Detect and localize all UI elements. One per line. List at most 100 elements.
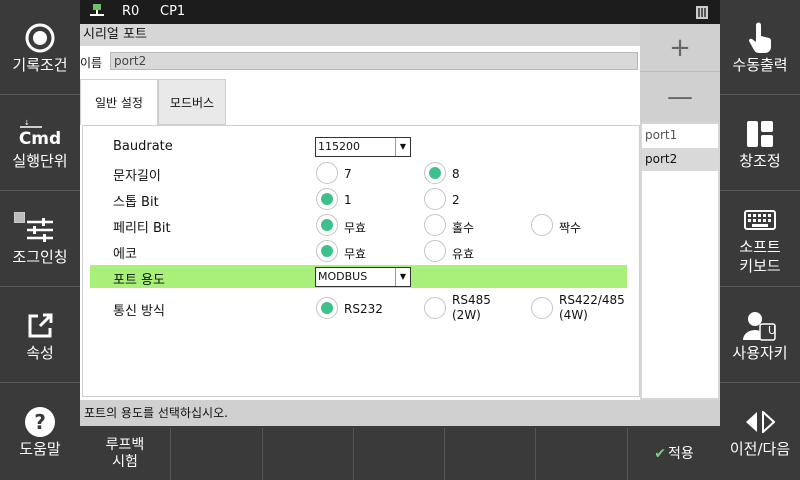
top-status-bar: R0 CP1 bbox=[80, 0, 720, 24]
echo-on-label: 유효 bbox=[452, 247, 475, 261]
soft-keyboard-button[interactable]: 소프트 키보드 bbox=[720, 192, 800, 287]
cp-indicator: CP1 bbox=[160, 4, 186, 19]
function-key-2[interactable] bbox=[171, 428, 263, 480]
baudrate-select[interactable]: 115200 ▼ bbox=[315, 137, 411, 157]
function-key-5[interactable] bbox=[445, 428, 536, 480]
char-length-label: 문자길이 bbox=[113, 169, 161, 184]
port-list: port1 port2 bbox=[642, 124, 718, 398]
name-label: 이름 bbox=[80, 56, 103, 70]
echo-off-label: 무효 bbox=[344, 247, 367, 261]
right-sidebar: 수동출력 창조정 소프트 키보드 U 사용자키 이전/다음 bbox=[720, 0, 800, 480]
comm-rs485-label: RS485 (2W) bbox=[452, 293, 491, 322]
function-key-4[interactable] bbox=[354, 428, 445, 480]
jog-inching-label: 조그인칭 bbox=[12, 247, 68, 266]
record-circle-icon bbox=[25, 20, 55, 56]
svg-text:↓: ↓ bbox=[24, 119, 30, 127]
stop-bit-label: 스톱 Bit bbox=[113, 195, 159, 210]
baudrate-value: 115200 bbox=[318, 140, 360, 153]
execution-unit-label: 실행단위 bbox=[12, 151, 68, 170]
name-field[interactable]: port2 bbox=[110, 52, 638, 70]
robot-indicator: R0 bbox=[122, 4, 140, 19]
parity-even-label: 짝수 bbox=[559, 221, 582, 235]
comm-method-label: 통신 방식 bbox=[113, 304, 165, 319]
parity-bit-label: 페리티 Bit bbox=[113, 221, 171, 236]
help-icon: ? bbox=[24, 404, 56, 440]
remove-port-button[interactable]: — bbox=[640, 72, 720, 122]
manual-output-label: 수동출력 bbox=[732, 55, 788, 74]
record-condition-label: 기록조건 bbox=[12, 55, 68, 74]
parity-even-radio[interactable] bbox=[531, 214, 553, 236]
help-button[interactable]: ? 도움말 bbox=[0, 384, 80, 479]
stop-bit-2-radio[interactable] bbox=[424, 188, 446, 210]
echo-off-radio[interactable] bbox=[316, 240, 338, 262]
comm-rs232-radio[interactable] bbox=[316, 297, 338, 319]
check-icon: ✔ bbox=[654, 445, 666, 462]
tab-general-settings-label: 일반 설정 bbox=[95, 96, 143, 110]
cmd-icon: ↓ Cmd bbox=[19, 116, 61, 152]
chevron-down-icon: ▼ bbox=[395, 268, 410, 286]
left-sidebar: 기록조건 ↓ Cmd 실행단위 조그인칭 속성 ? 도움말 bbox=[0, 0, 80, 480]
tab-modbus[interactable]: 모드버스 bbox=[158, 79, 226, 125]
char-length-7-label: 7 bbox=[344, 167, 352, 181]
echo-on-radio[interactable] bbox=[424, 240, 446, 262]
window-adjust-label: 창조정 bbox=[739, 151, 781, 170]
echo-label: 에코 bbox=[113, 247, 137, 262]
parity-none-label: 무효 bbox=[344, 221, 367, 235]
baudrate-label: Baudrate bbox=[113, 139, 173, 154]
tab-modbus-label: 모드버스 bbox=[169, 95, 215, 110]
cmd-icon-text: Cmd bbox=[18, 128, 62, 149]
port-usage-value: MODBUS bbox=[318, 270, 368, 283]
chevron-down-icon: ▼ bbox=[395, 138, 410, 156]
jog-inching-button[interactable]: 조그인칭 bbox=[0, 192, 80, 287]
user-key-icon-text: U bbox=[768, 323, 777, 337]
status-bar-right bbox=[640, 400, 720, 426]
window-adjust-button[interactable]: 창조정 bbox=[720, 96, 800, 191]
prev-next-icon bbox=[745, 404, 775, 440]
window-title: 시리얼 포트 bbox=[80, 24, 640, 46]
loopback-test-button[interactable]: 루프백 시험 bbox=[80, 428, 171, 480]
parity-none-radio[interactable] bbox=[316, 214, 338, 236]
apply-button[interactable]: ✔ 적용 bbox=[628, 428, 720, 480]
comm-rs485-radio[interactable] bbox=[424, 297, 446, 319]
user-key-icon: U bbox=[743, 308, 777, 344]
comm-rs422-label: RS422/485 (4W) bbox=[559, 293, 625, 322]
char-length-8-radio[interactable] bbox=[424, 162, 446, 184]
execution-unit-button[interactable]: ↓ Cmd 실행단위 bbox=[0, 96, 80, 191]
comm-rs232-label: RS232 bbox=[344, 302, 383, 316]
network-icon bbox=[90, 4, 104, 23]
properties-button[interactable]: 속성 bbox=[0, 288, 80, 383]
record-condition-button[interactable]: 기록조건 bbox=[0, 0, 80, 95]
window-layout-icon bbox=[746, 116, 774, 152]
port-list-item-port2[interactable]: port2 bbox=[642, 148, 718, 171]
external-link-icon bbox=[26, 308, 54, 344]
sliders-icon bbox=[0, 211, 80, 248]
port-list-item-port1[interactable]: port1 bbox=[642, 124, 718, 147]
user-key-button[interactable]: U 사용자키 bbox=[720, 288, 800, 383]
keyboard-icon bbox=[744, 202, 776, 238]
hand-pointer-icon bbox=[747, 20, 773, 56]
properties-label: 속성 bbox=[26, 343, 54, 362]
parity-odd-radio[interactable] bbox=[424, 214, 446, 236]
soft-keyboard-label: 소프트 키보드 bbox=[739, 238, 781, 275]
comm-rs422-radio[interactable] bbox=[531, 297, 553, 319]
parity-odd-label: 홀수 bbox=[452, 221, 475, 235]
tab-general-settings[interactable]: 일반 설정 bbox=[80, 79, 158, 125]
stop-bit-2-label: 2 bbox=[452, 193, 460, 207]
function-key-6[interactable] bbox=[536, 428, 628, 480]
prev-next-button[interactable]: 이전/다음 bbox=[720, 384, 800, 479]
stop-bit-1-radio[interactable] bbox=[316, 188, 338, 210]
char-length-7-radio[interactable] bbox=[316, 162, 338, 184]
svg-text:?: ? bbox=[34, 410, 46, 434]
prev-next-label: 이전/다음 bbox=[729, 440, 791, 458]
stop-bit-1-label: 1 bbox=[344, 193, 352, 207]
apply-label: 적용 bbox=[667, 445, 694, 462]
manual-output-button[interactable]: 수동출력 bbox=[720, 0, 800, 95]
user-key-label: 사용자키 bbox=[732, 343, 788, 362]
storage-icon bbox=[696, 6, 708, 23]
add-port-button[interactable]: + bbox=[640, 24, 720, 72]
function-key-3[interactable] bbox=[263, 428, 354, 480]
port-usage-select[interactable]: MODBUS ▼ bbox=[315, 267, 411, 287]
port-usage-label: 포트 용도 bbox=[113, 273, 165, 288]
status-message: 포트의 용도를 선택하십시오. bbox=[80, 400, 640, 426]
help-label: 도움말 bbox=[19, 440, 61, 458]
